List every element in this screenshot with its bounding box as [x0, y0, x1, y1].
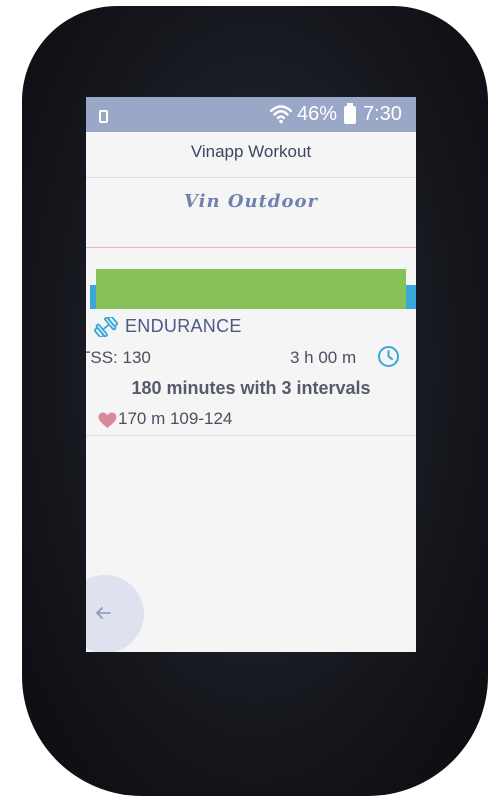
divider — [86, 435, 416, 436]
heart-icon — [98, 412, 117, 428]
progress-fill — [96, 269, 406, 309]
tss-value: TSS: 130 — [86, 348, 151, 367]
battery-icon — [344, 103, 356, 124]
divider — [86, 247, 416, 248]
notification-icon — [99, 110, 108, 123]
duration-value: 3 h 00 m — [290, 348, 357, 367]
wifi-icon — [270, 105, 292, 124]
screen: 46% 7:30 Vinapp Workout Vin Outdoor ENDU… — [86, 97, 416, 652]
app-title: Vinapp Workout — [190, 142, 312, 161]
divider — [86, 177, 416, 178]
workout-source-title: Vin Outdoor — [183, 191, 318, 212]
workout-type-label: ENDURANCE — [125, 316, 242, 336]
clock-icon — [378, 346, 399, 367]
arrow-left-icon — [96, 607, 111, 619]
dumbbell-icon — [94, 317, 118, 337]
heart-rate-value: 170 m 109-124 — [118, 409, 233, 428]
workout-summary: 180 minutes with 3 intervals — [131, 378, 371, 398]
clock-time: 7:30 — [363, 103, 402, 125]
battery-percent: 46% — [297, 103, 338, 125]
status-bar: 46% 7:30 — [86, 97, 416, 132]
back-button[interactable] — [86, 575, 144, 652]
